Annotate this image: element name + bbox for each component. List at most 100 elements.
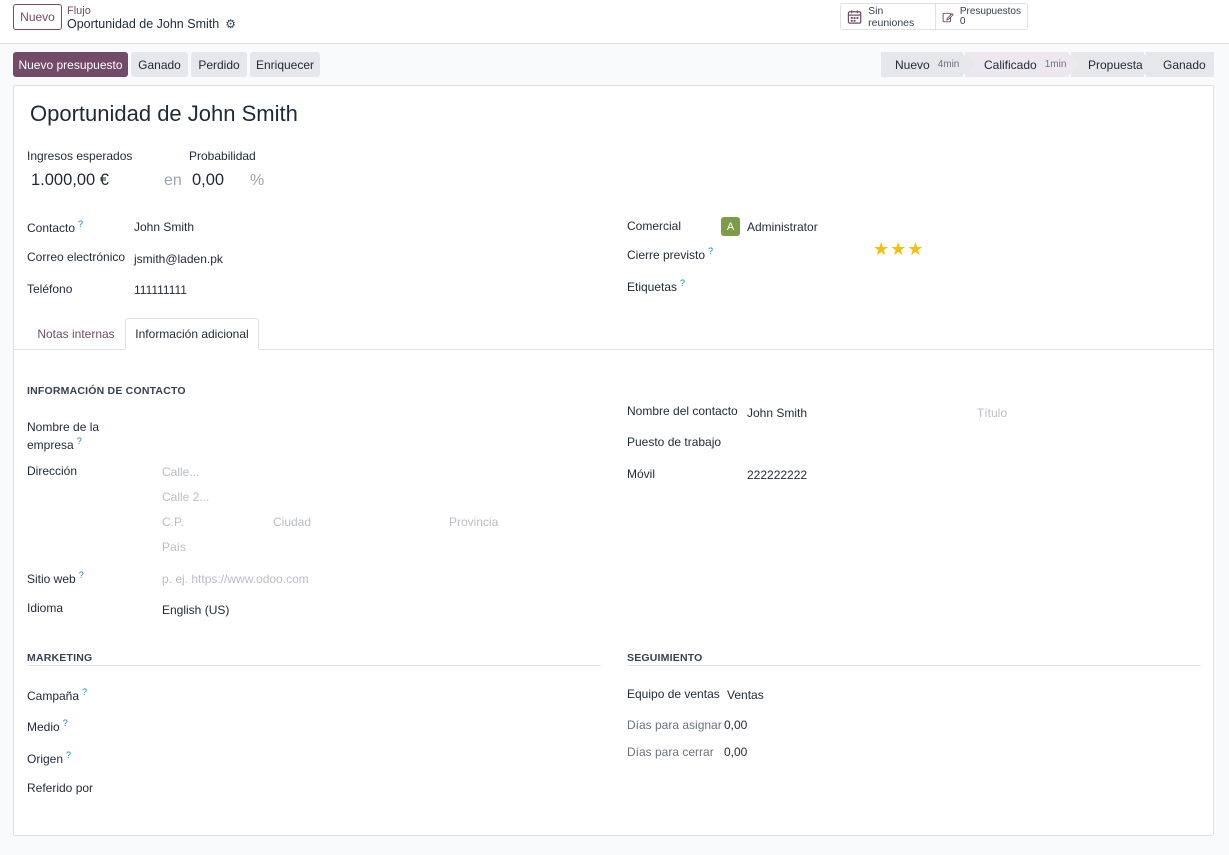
salesperson-label: Comercial xyxy=(627,219,682,233)
contact-name-label: Nombre del contacto xyxy=(627,404,738,418)
breadcrumb-parent-link[interactable]: Flujo xyxy=(67,5,91,17)
sales-team-field[interactable]: Ventas xyxy=(727,688,764,702)
days-to-assign-value: 0,00 xyxy=(724,718,748,732)
enrich-button[interactable]: Enriquecer xyxy=(250,52,320,77)
sales-team-label: Equipo de ventas xyxy=(627,687,720,701)
expected-closing-label: Cierre previsto? xyxy=(627,246,713,262)
address-label: Dirección xyxy=(27,464,78,478)
meetings-smart-button[interactable]: Sin reuniones xyxy=(840,3,936,30)
contact-name-field[interactable]: John Smith xyxy=(747,406,807,420)
edit-document-icon xyxy=(942,12,954,22)
gear-icon[interactable]: ⚙ xyxy=(225,17,236,31)
stage-calificado[interactable]: Calificado 1min xyxy=(965,52,1080,77)
contact-field[interactable]: John Smith xyxy=(134,220,194,234)
help-icon[interactable]: ? xyxy=(82,687,87,697)
probability-label: Probabilidad xyxy=(189,149,256,163)
star-icon[interactable]: ★ xyxy=(890,239,907,259)
stage-separator xyxy=(1146,52,1155,76)
help-icon[interactable]: ? xyxy=(78,219,83,229)
stage-label: Nuevo xyxy=(895,57,930,72)
marketing-divider xyxy=(27,665,601,666)
help-icon[interactable]: ? xyxy=(66,750,71,760)
tab-internal-notes[interactable]: Notas internas xyxy=(27,318,125,350)
stage-separator xyxy=(965,52,974,76)
job-position-label: Puesto de trabajo xyxy=(627,435,722,449)
phone-field[interactable]: 111111111 xyxy=(134,283,187,297)
new-record-button[interactable]: Nuevo xyxy=(13,4,62,30)
days-to-assign-label: Días para asignar xyxy=(627,718,722,732)
help-icon[interactable]: ? xyxy=(680,278,685,288)
expected-revenue-input[interactable]: 1.000,00 € xyxy=(31,171,109,190)
won-button[interactable]: Ganado xyxy=(131,52,188,77)
lost-button[interactable]: Perdido xyxy=(191,52,247,77)
stage-label: Calificado xyxy=(984,57,1037,72)
quotations-label: Presupuestos xyxy=(959,5,1021,17)
language-field[interactable]: English (US) xyxy=(162,603,229,617)
tags-label-text: Etiquetas xyxy=(627,280,678,294)
help-icon[interactable]: ? xyxy=(79,570,84,580)
country-input[interactable]: País xyxy=(162,540,186,554)
medium-label: Medio? xyxy=(27,718,68,734)
contact-label: Contacto? xyxy=(27,219,83,235)
city-input[interactable]: Ciudad xyxy=(273,515,311,529)
percent-sign: % xyxy=(250,172,265,189)
days-to-close-label: Días para cerrar xyxy=(627,745,714,759)
new-quotation-button[interactable]: Nuevo presupuesto xyxy=(13,52,128,77)
help-icon[interactable]: ? xyxy=(63,718,68,728)
breadcrumb-current: Oportunidad de John Smith ⚙ xyxy=(67,17,236,31)
stage-time: 1min xyxy=(1044,59,1067,70)
help-icon[interactable]: ? xyxy=(708,246,713,256)
source-label: Origen? xyxy=(27,750,71,766)
tracking-section-title: SEGUIMIENTO xyxy=(627,652,703,664)
company-name-label: empresa? xyxy=(27,436,82,452)
stage-ganado[interactable]: Ganado xyxy=(1146,52,1214,77)
priority-stars[interactable]: ★★★ xyxy=(873,239,924,260)
website-label-text: Sitio web xyxy=(27,572,76,586)
email-label: Correo electrónico xyxy=(27,250,126,264)
breadcrumb-current-label: Oportunidad de John Smith xyxy=(67,17,220,31)
title-input[interactable]: Título xyxy=(977,406,1007,420)
stage-separator xyxy=(1071,52,1080,76)
company-name-label-line1: Nombre de la xyxy=(27,420,100,434)
quotations-smart-button[interactable]: Presupuestos 0 xyxy=(936,3,1028,30)
stage-statusbar: Nuevo 4min Calificado 1min Propuesta Ganad… xyxy=(881,52,1214,77)
meetings-label: Sin reuniones xyxy=(868,4,915,29)
mobile-label: Móvil xyxy=(627,467,656,481)
mobile-field[interactable]: 222222222 xyxy=(747,468,807,482)
stage-label: Propuesta xyxy=(1088,57,1143,72)
tags-label: Etiquetas? xyxy=(627,278,685,294)
stage-time: 4min xyxy=(937,59,960,70)
help-icon[interactable]: ? xyxy=(77,436,82,446)
salesperson-field[interactable]: Administrator xyxy=(747,220,818,234)
company-name-label-line2: empresa xyxy=(27,438,74,452)
website-input[interactable]: p. ej. https://www.odoo.com xyxy=(162,572,309,586)
stage-label: Ganado xyxy=(1163,57,1206,72)
quotations-count: 0 xyxy=(959,15,966,27)
street2-input[interactable]: Calle 2... xyxy=(162,490,209,504)
probability-at-label: en xyxy=(164,172,182,189)
street-input[interactable]: Calle... xyxy=(162,465,199,479)
phone-label: Teléfono xyxy=(27,282,73,296)
campaign-label: Campaña? xyxy=(27,687,87,703)
state-input[interactable]: Provincia xyxy=(449,515,498,529)
opportunity-title[interactable]: Oportunidad de John Smith xyxy=(30,101,298,127)
expected-closing-label-text: Cierre previsto xyxy=(627,248,706,262)
star-icon[interactable]: ★ xyxy=(907,239,924,259)
source-label-text: Origen xyxy=(27,752,64,766)
zip-input[interactable]: C.P. xyxy=(162,515,184,529)
star-icon[interactable]: ★ xyxy=(873,239,890,259)
contact-info-section-title: INFORMACIÓN DE CONTACTO xyxy=(27,385,186,397)
referred-by-label: Referido por xyxy=(27,781,94,795)
form-sheet xyxy=(13,85,1214,836)
tab-extra-info[interactable]: Información adicional xyxy=(125,318,259,350)
stage-propuesta[interactable]: Propuesta xyxy=(1071,52,1155,77)
email-field[interactable]: jsmith@laden.pk xyxy=(134,252,223,266)
quotations-text: Presupuestos 0 xyxy=(959,5,1021,27)
days-to-close-value: 0,00 xyxy=(724,745,748,759)
calendar-icon xyxy=(847,9,862,24)
stage-nuevo[interactable]: Nuevo 4min xyxy=(881,52,974,77)
expected-revenue-label: Ingresos esperados xyxy=(27,149,133,163)
probability-input[interactable]: 0,00 xyxy=(192,171,224,190)
marketing-section-title: MARKETING xyxy=(27,652,93,664)
tracking-divider xyxy=(627,665,1201,666)
